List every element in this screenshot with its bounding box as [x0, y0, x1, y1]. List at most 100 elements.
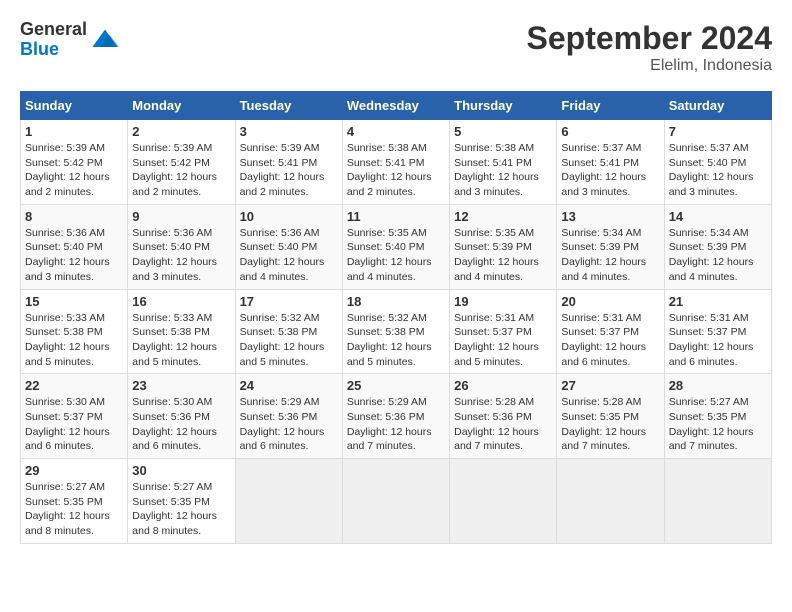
- page-title: September 2024: [527, 20, 772, 57]
- logo-text: General Blue: [20, 20, 87, 60]
- day-number: 25: [347, 378, 445, 393]
- day-info: Sunrise: 5:30 AM Sunset: 5:36 PM Dayligh…: [132, 395, 230, 454]
- day-info: Sunrise: 5:32 AM Sunset: 5:38 PM Dayligh…: [240, 311, 338, 370]
- logo: General Blue: [20, 20, 119, 60]
- calendar-cell: [342, 459, 449, 544]
- header-monday: Monday: [128, 92, 235, 120]
- day-number: 29: [25, 463, 123, 478]
- day-info: Sunrise: 5:29 AM Sunset: 5:36 PM Dayligh…: [240, 395, 338, 454]
- day-number: 3: [240, 124, 338, 139]
- calendar-cell: 28 Sunrise: 5:27 AM Sunset: 5:35 PM Dayl…: [664, 374, 771, 459]
- day-number: 26: [454, 378, 552, 393]
- day-info: Sunrise: 5:36 AM Sunset: 5:40 PM Dayligh…: [132, 226, 230, 285]
- day-info: Sunrise: 5:35 AM Sunset: 5:39 PM Dayligh…: [454, 226, 552, 285]
- day-number: 7: [669, 124, 767, 139]
- calendar-cell: 29 Sunrise: 5:27 AM Sunset: 5:35 PM Dayl…: [21, 459, 128, 544]
- calendar-cell: 18 Sunrise: 5:32 AM Sunset: 5:38 PM Dayl…: [342, 289, 449, 374]
- calendar-cell: 10 Sunrise: 5:36 AM Sunset: 5:40 PM Dayl…: [235, 204, 342, 289]
- header-wednesday: Wednesday: [342, 92, 449, 120]
- day-info: Sunrise: 5:34 AM Sunset: 5:39 PM Dayligh…: [669, 226, 767, 285]
- day-number: 16: [132, 294, 230, 309]
- logo-line2: Blue: [20, 40, 87, 60]
- day-info: Sunrise: 5:38 AM Sunset: 5:41 PM Dayligh…: [454, 141, 552, 200]
- calendar-cell: 26 Sunrise: 5:28 AM Sunset: 5:36 PM Dayl…: [450, 374, 557, 459]
- day-number: 2: [132, 124, 230, 139]
- day-number: 19: [454, 294, 552, 309]
- day-info: Sunrise: 5:28 AM Sunset: 5:35 PM Dayligh…: [561, 395, 659, 454]
- calendar-cell: 9 Sunrise: 5:36 AM Sunset: 5:40 PM Dayli…: [128, 204, 235, 289]
- day-number: 10: [240, 209, 338, 224]
- day-number: 1: [25, 124, 123, 139]
- day-number: 27: [561, 378, 659, 393]
- calendar-header-row: SundayMondayTuesdayWednesdayThursdayFrid…: [21, 92, 772, 120]
- calendar-cell: 24 Sunrise: 5:29 AM Sunset: 5:36 PM Dayl…: [235, 374, 342, 459]
- header-saturday: Saturday: [664, 92, 771, 120]
- day-info: Sunrise: 5:39 AM Sunset: 5:41 PM Dayligh…: [240, 141, 338, 200]
- day-number: 24: [240, 378, 338, 393]
- day-info: Sunrise: 5:30 AM Sunset: 5:37 PM Dayligh…: [25, 395, 123, 454]
- calendar-week-2: 8 Sunrise: 5:36 AM Sunset: 5:40 PM Dayli…: [21, 204, 772, 289]
- day-info: Sunrise: 5:39 AM Sunset: 5:42 PM Dayligh…: [132, 141, 230, 200]
- calendar-cell: [235, 459, 342, 544]
- day-number: 28: [669, 378, 767, 393]
- day-number: 22: [25, 378, 123, 393]
- calendar-cell: 16 Sunrise: 5:33 AM Sunset: 5:38 PM Dayl…: [128, 289, 235, 374]
- day-info: Sunrise: 5:32 AM Sunset: 5:38 PM Dayligh…: [347, 311, 445, 370]
- day-info: Sunrise: 5:34 AM Sunset: 5:39 PM Dayligh…: [561, 226, 659, 285]
- calendar-cell: 23 Sunrise: 5:30 AM Sunset: 5:36 PM Dayl…: [128, 374, 235, 459]
- day-info: Sunrise: 5:29 AM Sunset: 5:36 PM Dayligh…: [347, 395, 445, 454]
- calendar-cell: 1 Sunrise: 5:39 AM Sunset: 5:42 PM Dayli…: [21, 120, 128, 205]
- day-info: Sunrise: 5:37 AM Sunset: 5:41 PM Dayligh…: [561, 141, 659, 200]
- header-thursday: Thursday: [450, 92, 557, 120]
- calendar-cell: [557, 459, 664, 544]
- day-number: 14: [669, 209, 767, 224]
- calendar-cell: 5 Sunrise: 5:38 AM Sunset: 5:41 PM Dayli…: [450, 120, 557, 205]
- page-subtitle: Elelim, Indonesia: [527, 57, 772, 75]
- day-number: 30: [132, 463, 230, 478]
- day-number: 4: [347, 124, 445, 139]
- day-info: Sunrise: 5:28 AM Sunset: 5:36 PM Dayligh…: [454, 395, 552, 454]
- calendar-cell: 8 Sunrise: 5:36 AM Sunset: 5:40 PM Dayli…: [21, 204, 128, 289]
- calendar-cell: 11 Sunrise: 5:35 AM Sunset: 5:40 PM Dayl…: [342, 204, 449, 289]
- day-info: Sunrise: 5:31 AM Sunset: 5:37 PM Dayligh…: [669, 311, 767, 370]
- day-info: Sunrise: 5:37 AM Sunset: 5:40 PM Dayligh…: [669, 141, 767, 200]
- calendar-cell: 25 Sunrise: 5:29 AM Sunset: 5:36 PM Dayl…: [342, 374, 449, 459]
- day-info: Sunrise: 5:33 AM Sunset: 5:38 PM Dayligh…: [132, 311, 230, 370]
- day-number: 21: [669, 294, 767, 309]
- calendar-cell: 4 Sunrise: 5:38 AM Sunset: 5:41 PM Dayli…: [342, 120, 449, 205]
- day-info: Sunrise: 5:38 AM Sunset: 5:41 PM Dayligh…: [347, 141, 445, 200]
- day-number: 5: [454, 124, 552, 139]
- day-number: 13: [561, 209, 659, 224]
- calendar-cell: 3 Sunrise: 5:39 AM Sunset: 5:41 PM Dayli…: [235, 120, 342, 205]
- calendar-cell: 22 Sunrise: 5:30 AM Sunset: 5:37 PM Dayl…: [21, 374, 128, 459]
- day-info: Sunrise: 5:36 AM Sunset: 5:40 PM Dayligh…: [25, 226, 123, 285]
- day-info: Sunrise: 5:27 AM Sunset: 5:35 PM Dayligh…: [25, 480, 123, 539]
- calendar-cell: 17 Sunrise: 5:32 AM Sunset: 5:38 PM Dayl…: [235, 289, 342, 374]
- calendar-table: SundayMondayTuesdayWednesdayThursdayFrid…: [20, 91, 772, 544]
- day-number: 9: [132, 209, 230, 224]
- day-info: Sunrise: 5:36 AM Sunset: 5:40 PM Dayligh…: [240, 226, 338, 285]
- day-info: Sunrise: 5:31 AM Sunset: 5:37 PM Dayligh…: [454, 311, 552, 370]
- calendar-week-3: 15 Sunrise: 5:33 AM Sunset: 5:38 PM Dayl…: [21, 289, 772, 374]
- logo-line1: General: [20, 20, 87, 40]
- calendar-cell: [450, 459, 557, 544]
- header-sunday: Sunday: [21, 92, 128, 120]
- day-number: 11: [347, 209, 445, 224]
- calendar-cell: 2 Sunrise: 5:39 AM Sunset: 5:42 PM Dayli…: [128, 120, 235, 205]
- calendar-cell: 19 Sunrise: 5:31 AM Sunset: 5:37 PM Dayl…: [450, 289, 557, 374]
- calendar-week-1: 1 Sunrise: 5:39 AM Sunset: 5:42 PM Dayli…: [21, 120, 772, 205]
- calendar-cell: 13 Sunrise: 5:34 AM Sunset: 5:39 PM Dayl…: [557, 204, 664, 289]
- day-info: Sunrise: 5:33 AM Sunset: 5:38 PM Dayligh…: [25, 311, 123, 370]
- header-tuesday: Tuesday: [235, 92, 342, 120]
- day-info: Sunrise: 5:27 AM Sunset: 5:35 PM Dayligh…: [132, 480, 230, 539]
- day-info: Sunrise: 5:39 AM Sunset: 5:42 PM Dayligh…: [25, 141, 123, 200]
- calendar-cell: 15 Sunrise: 5:33 AM Sunset: 5:38 PM Dayl…: [21, 289, 128, 374]
- calendar-cell: 7 Sunrise: 5:37 AM Sunset: 5:40 PM Dayli…: [664, 120, 771, 205]
- title-block: September 2024 Elelim, Indonesia: [527, 20, 772, 75]
- day-number: 23: [132, 378, 230, 393]
- day-number: 8: [25, 209, 123, 224]
- calendar-week-5: 29 Sunrise: 5:27 AM Sunset: 5:35 PM Dayl…: [21, 459, 772, 544]
- calendar-cell: 30 Sunrise: 5:27 AM Sunset: 5:35 PM Dayl…: [128, 459, 235, 544]
- logo-icon: [91, 26, 119, 54]
- calendar-cell: 27 Sunrise: 5:28 AM Sunset: 5:35 PM Dayl…: [557, 374, 664, 459]
